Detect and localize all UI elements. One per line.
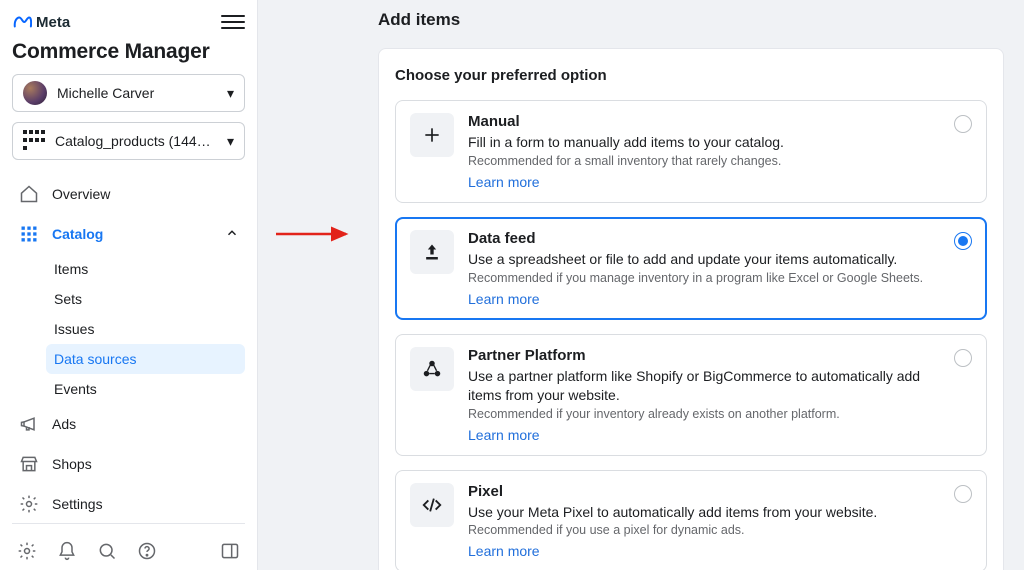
annotation-arrow <box>276 224 356 247</box>
chevron-up-icon <box>225 226 239 243</box>
partner-icon <box>410 347 454 391</box>
option-rec: Recommended if you use a pixel for dynam… <box>468 523 940 537</box>
shop-icon <box>18 453 40 475</box>
code-icon <box>410 483 454 527</box>
page-title: Add items <box>378 10 1004 30</box>
sidebar-item-ads[interactable]: Ads <box>12 404 245 444</box>
meta-logo[interactable]: Meta <box>12 14 70 31</box>
bell-icon[interactable] <box>56 540 78 562</box>
catalog-dropdown[interactable]: Catalog_products (14474070... ▾ <box>12 122 245 160</box>
sidebar-subitem-data-sources[interactable]: Data sources <box>46 344 245 374</box>
radio-button[interactable] <box>954 232 972 250</box>
brand-name: Meta <box>36 14 70 31</box>
radio-button[interactable] <box>954 485 972 503</box>
option-desc: Use your Meta Pixel to automatically add… <box>468 503 940 522</box>
catalog-submenu: Items Sets Issues Data sources Events <box>12 254 245 404</box>
upload-icon <box>410 230 454 274</box>
sidebar-item-label: Ads <box>52 416 76 432</box>
meta-logo-icon <box>12 15 32 29</box>
option-title: Partner Platform <box>468 347 940 364</box>
sidebar-item-settings[interactable]: Settings <box>12 484 245 513</box>
sidebar-item-label: Shops <box>52 456 92 472</box>
divider <box>12 523 245 524</box>
radio-button[interactable] <box>954 349 972 367</box>
avatar <box>23 81 47 105</box>
option-pixel[interactable]: Pixel Use your Meta Pixel to automatical… <box>395 470 987 570</box>
option-rec: Recommended if you manage inventory in a… <box>468 271 940 285</box>
user-name: Michelle Carver <box>57 85 217 101</box>
panel-toggle-icon[interactable] <box>219 540 241 562</box>
sidebar-item-label: Catalog <box>52 226 103 242</box>
catalog-name: Catalog_products (14474070... <box>55 133 217 149</box>
option-rec: Recommended if your inventory already ex… <box>468 407 940 421</box>
menu-toggle-icon[interactable] <box>221 10 245 34</box>
app-title: Commerce Manager <box>12 40 245 64</box>
option-rec: Recommended for a small inventory that r… <box>468 154 940 168</box>
learn-more-link[interactable]: Learn more <box>468 543 540 559</box>
option-partner-platform[interactable]: Partner Platform Use a partner platform … <box>395 334 987 456</box>
option-title: Pixel <box>468 483 940 500</box>
learn-more-link[interactable]: Learn more <box>468 427 540 443</box>
main-content: Add items Choose your preferred option M… <box>258 0 1024 570</box>
learn-more-link[interactable]: Learn more <box>468 174 540 190</box>
catalog-icon <box>18 223 40 245</box>
sidebar-footer <box>12 534 245 562</box>
sidebar-item-shops[interactable]: Shops <box>12 444 245 484</box>
option-data-feed[interactable]: Data feed Use a spreadsheet or file to a… <box>395 217 987 320</box>
sidebar-item-catalog[interactable]: Catalog <box>12 214 245 254</box>
sidebar-item-label: Overview <box>52 186 110 202</box>
plus-icon <box>410 113 454 157</box>
home-icon <box>18 183 40 205</box>
chevron-down-icon: ▾ <box>227 133 234 150</box>
option-desc: Fill in a form to manually add items to … <box>468 133 940 152</box>
panel-title: Choose your preferred option <box>395 67 987 84</box>
learn-more-link[interactable]: Learn more <box>468 291 540 307</box>
option-title: Data feed <box>468 230 940 247</box>
help-icon[interactable] <box>136 540 158 562</box>
sidebar-subitem-events[interactable]: Events <box>46 374 245 404</box>
chevron-down-icon: ▾ <box>227 85 234 102</box>
sidebar-item-overview[interactable]: Overview <box>12 174 245 214</box>
search-icon[interactable] <box>96 540 118 562</box>
user-dropdown[interactable]: Michelle Carver ▾ <box>12 74 245 112</box>
radio-button[interactable] <box>954 115 972 133</box>
sidebar-nav: Overview Catalog Items Sets Issues Data … <box>12 174 245 513</box>
sidebar-subitem-sets[interactable]: Sets <box>46 284 245 314</box>
option-title: Manual <box>468 113 940 130</box>
megaphone-icon <box>18 413 40 435</box>
gear-icon <box>18 493 40 513</box>
options-panel: Choose your preferred option Manual Fill… <box>378 48 1004 570</box>
gear-icon[interactable] <box>16 540 38 562</box>
sidebar-subitem-issues[interactable]: Issues <box>46 314 245 344</box>
sidebar: Meta Commerce Manager Michelle Carver ▾ … <box>0 0 258 570</box>
option-desc: Use a spreadsheet or file to add and upd… <box>468 250 940 269</box>
sidebar-subitem-items[interactable]: Items <box>46 254 245 284</box>
option-desc: Use a partner platform like Shopify or B… <box>468 367 940 405</box>
sidebar-item-label: Settings <box>52 496 103 512</box>
option-manual[interactable]: Manual Fill in a form to manually add it… <box>395 100 987 203</box>
grid-icon <box>23 130 45 152</box>
